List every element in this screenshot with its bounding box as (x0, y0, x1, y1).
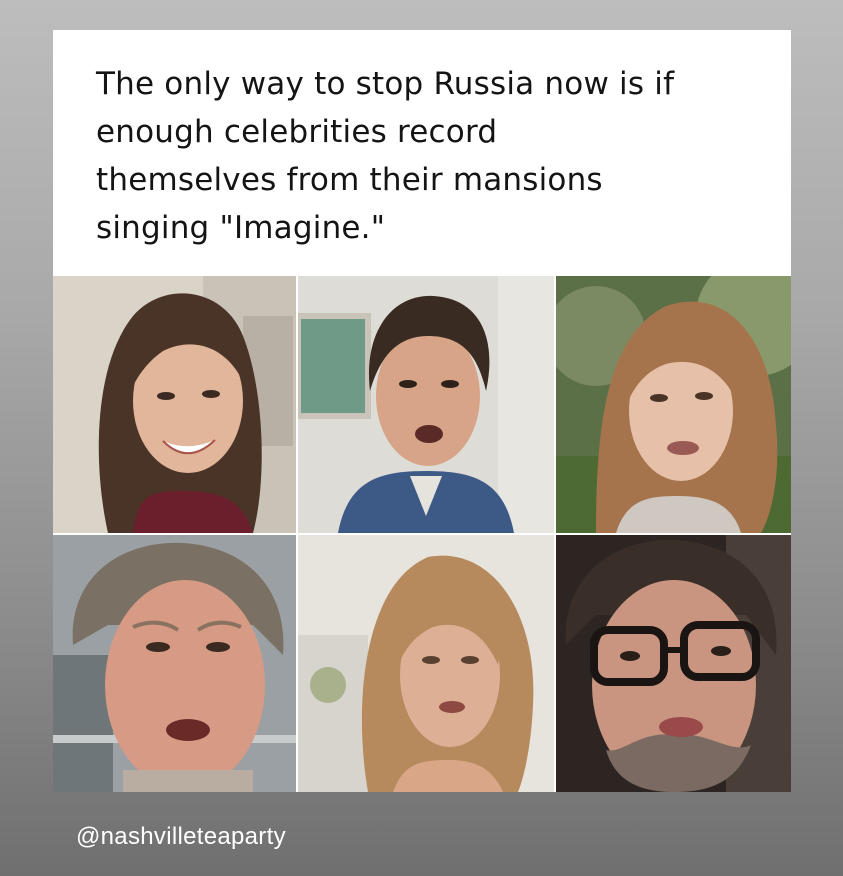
caption-line: The only way to stop Russia now is if (96, 66, 675, 102)
photo-woman-smiling (53, 276, 296, 533)
meme-caption: The only way to stop Russia now is if en… (96, 60, 766, 252)
meme-card: The only way to stop Russia now is if en… (53, 30, 791, 792)
account-handle: @nashvilleteaparty (76, 823, 286, 850)
photo-woman-outdoors (556, 276, 791, 533)
caption-line: themselves from their mansions (96, 162, 603, 198)
caption-line: enough celebrities record (96, 114, 498, 150)
photo-man-singing (298, 276, 554, 533)
photo-man-glasses (556, 535, 791, 792)
photo-woman-blonde (298, 535, 554, 792)
caption-line: singing "Imagine." (96, 210, 386, 246)
photo-man-closeup (53, 535, 296, 792)
photo-grid (53, 276, 791, 792)
